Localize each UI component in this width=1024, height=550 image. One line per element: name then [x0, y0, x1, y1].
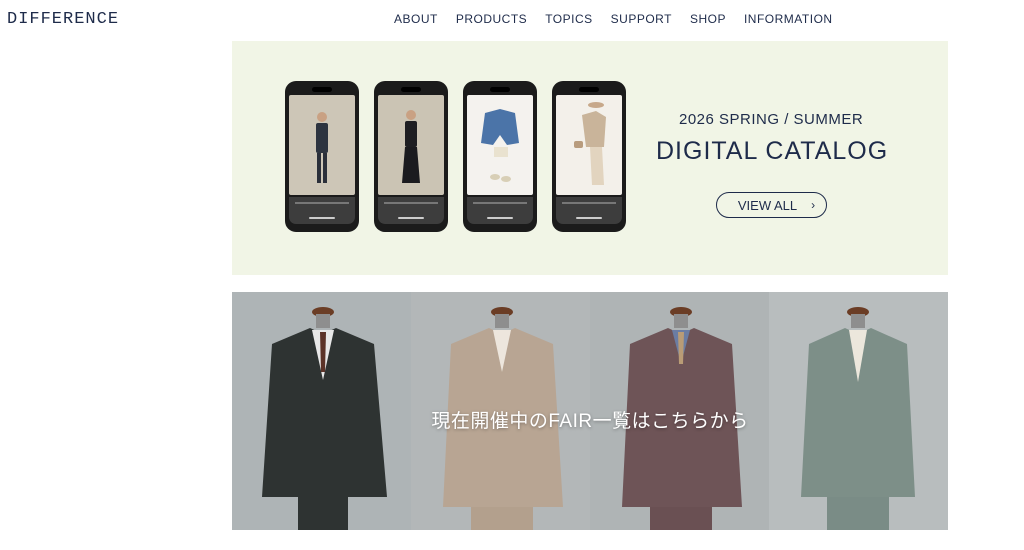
site-logo[interactable]: DIFFERENCE: [7, 10, 119, 29]
fair-banner[interactable]: 現在開催中のFAIR一覧はこちらから: [232, 292, 948, 530]
phone-screen-image: [289, 95, 355, 195]
digital-catalog-banner[interactable]: 2026 SPRING / SUMMER DIGITAL CATALOG VIE…: [232, 41, 948, 275]
phone-screen-image: [378, 95, 444, 195]
nav-shop[interactable]: SHOP: [690, 12, 726, 26]
nav-information[interactable]: INFORMATION: [744, 12, 833, 26]
phone-mockup: [552, 81, 626, 232]
main-nav: ABOUT PRODUCTS TOPICS SUPPORT SHOP INFOR…: [394, 12, 833, 26]
phone-screen-image: [467, 95, 533, 195]
nav-topics[interactable]: TOPICS: [545, 12, 592, 26]
phone-mockup: [463, 81, 537, 232]
view-all-label: VIEW ALL: [737, 197, 798, 213]
phone-screen-image: [556, 95, 622, 195]
nav-products[interactable]: PRODUCTS: [456, 12, 527, 26]
catalog-title: DIGITAL CATALOG: [656, 137, 889, 165]
phone-mockup: [374, 81, 448, 232]
catalog-season: 2026 SPRING / SUMMER: [679, 111, 864, 128]
phone-mockup: [285, 81, 359, 232]
fair-caption[interactable]: 現在開催中のFAIR一覧はこちらから: [232, 406, 948, 433]
chevron-right-icon: ›: [811, 198, 816, 212]
nav-support[interactable]: SUPPORT: [611, 12, 672, 26]
nav-about[interactable]: ABOUT: [394, 12, 438, 26]
view-all-button[interactable]: VIEW ALL ›: [716, 192, 827, 218]
